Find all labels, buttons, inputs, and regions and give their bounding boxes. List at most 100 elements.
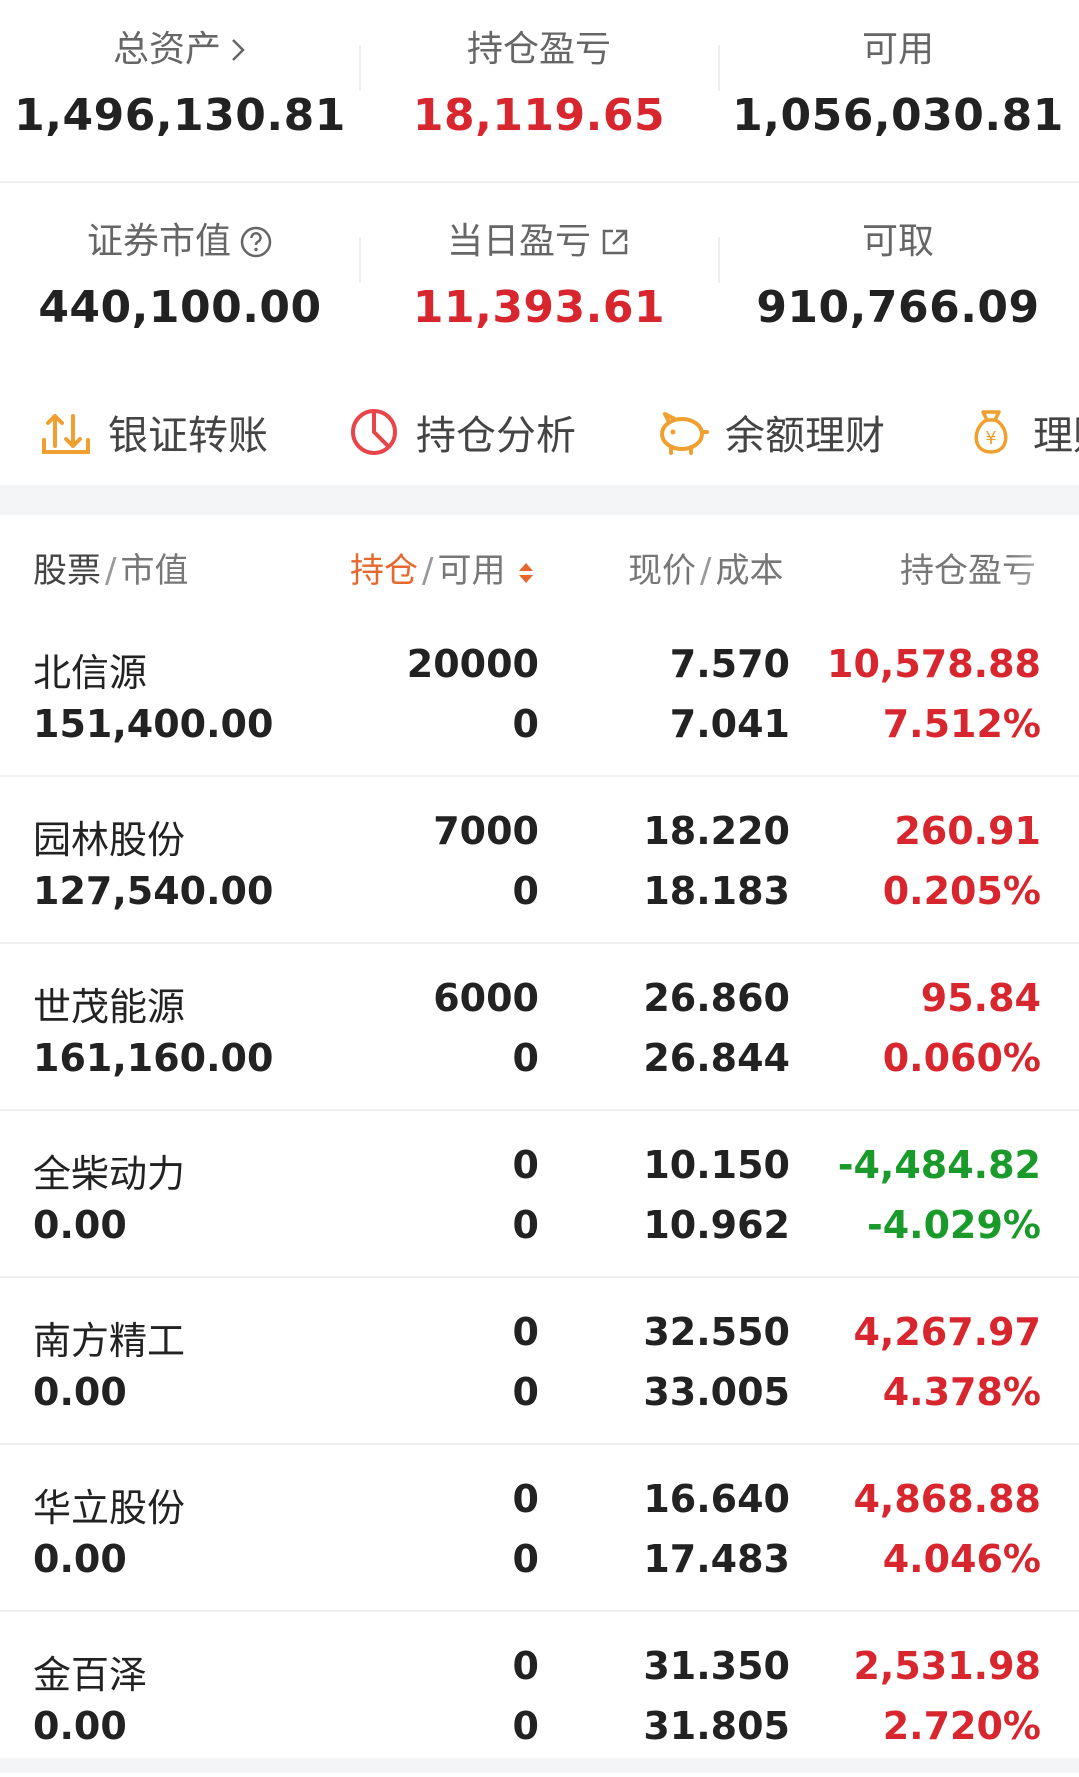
bank-transfer-label: 银证转账 bbox=[108, 413, 268, 459]
stock-price: 26.860 bbox=[643, 976, 790, 1020]
stock-pl-percent: 4.378% bbox=[882, 1370, 1041, 1414]
stock-market-value: 151,400.00 bbox=[33, 702, 274, 746]
holdings-table: 股票 / 市值 持仓 / 可用 现价 / 成本 持仓盈亏 北信源 151,400.00 20… bbox=[0, 515, 1079, 1777]
header-position: 持仓 bbox=[350, 551, 418, 591]
stock-name: 园林股份 bbox=[33, 818, 186, 862]
stock-available: 0 bbox=[512, 1203, 539, 1247]
stock-position: 0 bbox=[512, 1310, 539, 1354]
header-position-available[interactable]: 持仓 / 可用 bbox=[350, 543, 536, 592]
withdrawable-label: 可取 bbox=[861, 221, 934, 262]
table-row[interactable]: 南方精工 0.00 0 0 32.550 33.005 4,267.97 4.3… bbox=[0, 1278, 1079, 1445]
stock-name: 金百泽 bbox=[33, 1653, 148, 1697]
external-link-icon bbox=[602, 229, 628, 255]
stock-market-value: 161,160.00 bbox=[33, 1036, 274, 1080]
position-pl-label: 持仓盈亏 bbox=[466, 29, 611, 70]
stock-pl-percent: 4.046% bbox=[882, 1537, 1041, 1581]
help-icon[interactable] bbox=[239, 225, 273, 259]
stock-position: 0 bbox=[512, 1644, 539, 1688]
stock-pl: 95.84 bbox=[920, 976, 1041, 1020]
header-stock: 股票 bbox=[33, 551, 101, 591]
stock-pl: 2,531.98 bbox=[853, 1644, 1041, 1688]
table-header: 股票 / 市值 持仓 / 可用 现价 / 成本 持仓盈亏 bbox=[0, 515, 1079, 638]
sort-icon[interactable] bbox=[516, 558, 536, 588]
stock-price: 32.550 bbox=[643, 1310, 790, 1354]
header-stock-market-value[interactable]: 股票 / 市值 bbox=[33, 543, 188, 592]
stock-price: 7.570 bbox=[669, 642, 790, 686]
quick-actions: 银证转账 持仓分析 余额理财 ¥ 理财 bbox=[0, 395, 1079, 465]
account-summary: 总资产 1,496,130.81 持仓盈亏 18,119.65 可用 1,056… bbox=[0, 0, 1079, 485]
stock-market-value: 0.00 bbox=[33, 1203, 127, 1247]
stock-cost: 31.805 bbox=[643, 1704, 790, 1748]
stock-cost: 33.005 bbox=[643, 1370, 790, 1414]
header-price-cost[interactable]: 现价 / 成本 bbox=[628, 543, 783, 592]
stock-pl-percent: 2.720% bbox=[882, 1704, 1041, 1748]
stock-market-value: 0.00 bbox=[33, 1704, 127, 1748]
stock-name: 华立股份 bbox=[33, 1486, 186, 1530]
table-row[interactable]: 园林股份 127,540.00 7000 0 18.220 18.183 260… bbox=[0, 777, 1079, 944]
stock-cost: 26.844 bbox=[643, 1036, 790, 1080]
header-market-value: 市值 bbox=[120, 551, 189, 591]
money-bag-icon: ¥ bbox=[974, 410, 1008, 454]
stock-price: 31.350 bbox=[643, 1644, 790, 1688]
position-analysis-button[interactable]: 持仓分析 bbox=[348, 403, 576, 461]
table-row[interactable]: 世茂能源 161,160.00 6000 0 26.860 26.844 95.… bbox=[0, 944, 1079, 1111]
table-row[interactable]: 北信源 151,400.00 20000 0 7.570 7.041 10,57… bbox=[0, 610, 1079, 777]
daily-pl-label: 当日盈亏 bbox=[446, 221, 591, 262]
position-analysis-label: 持仓分析 bbox=[416, 413, 576, 459]
stock-name: 全柴动力 bbox=[33, 1152, 186, 1196]
stock-price: 10.150 bbox=[643, 1143, 790, 1187]
stock-available: 0 bbox=[512, 702, 539, 746]
piggy-bank-icon bbox=[660, 412, 709, 455]
transfer-icon bbox=[42, 414, 90, 454]
stock-available: 0 bbox=[512, 1036, 539, 1080]
stock-pl: 4,267.97 bbox=[853, 1310, 1041, 1354]
table-row[interactable]: 全柴动力 0.00 0 0 10.150 10.962 -4,484.82 -4… bbox=[0, 1111, 1079, 1278]
stock-cost: 10.962 bbox=[643, 1203, 790, 1247]
position-pl: 持仓盈亏 18,119.65 bbox=[359, 28, 719, 141]
stock-position: 0 bbox=[512, 1477, 539, 1521]
bank-transfer-button[interactable]: 银证转账 bbox=[40, 403, 268, 461]
securities-value-label: 证券市值 bbox=[86, 221, 231, 262]
stock-available: 0 bbox=[512, 1370, 539, 1414]
daily-pl[interactable]: 当日盈亏 11,393.61 bbox=[359, 220, 719, 333]
securities-value-value: 440,100.00 bbox=[38, 282, 322, 333]
stock-name: 世茂能源 bbox=[33, 985, 186, 1029]
stock-pl: 260.91 bbox=[894, 809, 1041, 853]
balance-wealth-label: 余额理财 bbox=[725, 413, 885, 459]
svg-text:¥: ¥ bbox=[985, 428, 996, 449]
wealth-management-label: 理财 bbox=[1033, 413, 1079, 459]
stock-available: 0 bbox=[512, 1704, 539, 1748]
header-price: 现价 bbox=[628, 551, 696, 591]
available-value: 1,056,030.81 bbox=[732, 90, 1064, 141]
stock-pl-percent: 7.512% bbox=[882, 702, 1041, 746]
withdrawable: 可取 910,766.09 bbox=[718, 220, 1078, 333]
chevron-right-icon bbox=[232, 39, 245, 61]
stock-available: 0 bbox=[512, 869, 539, 913]
position-pl-value: 18,119.65 bbox=[412, 90, 666, 141]
table-row[interactable]: 金百泽 0.00 0 0 31.350 31.805 2,531.98 2.72… bbox=[0, 1612, 1079, 1777]
available: 可用 1,056,030.81 bbox=[718, 28, 1078, 141]
daily-pl-value: 11,393.61 bbox=[412, 282, 666, 333]
securities-value: 证券市值 440,100.00 bbox=[0, 220, 360, 333]
stock-position: 7000 bbox=[433, 809, 539, 853]
stock-pl: -4,484.82 bbox=[837, 1143, 1041, 1187]
table-row[interactable]: 华立股份 0.00 0 0 16.640 17.483 4,868.88 4.0… bbox=[0, 1445, 1079, 1612]
stock-cost: 18.183 bbox=[643, 869, 790, 913]
wealth-management-button[interactable]: ¥ 理财 bbox=[965, 403, 1079, 461]
balance-wealth-button[interactable]: 余额理财 bbox=[655, 403, 885, 461]
bottom-separator bbox=[0, 1758, 1079, 1773]
stock-position: 6000 bbox=[433, 976, 539, 1020]
stock-cost: 7.041 bbox=[669, 702, 790, 746]
header-available: 可用 bbox=[437, 551, 506, 591]
withdrawable-value: 910,766.09 bbox=[756, 282, 1040, 333]
total-assets[interactable]: 总资产 1,496,130.81 bbox=[0, 28, 360, 141]
header-cost: 成本 bbox=[715, 551, 784, 591]
available-label: 可用 bbox=[861, 29, 934, 70]
divider bbox=[0, 181, 1079, 183]
stock-market-value: 0.00 bbox=[33, 1537, 127, 1581]
total-assets-value: 1,496,130.81 bbox=[14, 90, 346, 141]
stock-pl-percent: -4.029% bbox=[866, 1203, 1041, 1247]
total-assets-label: 总资产 bbox=[112, 29, 221, 70]
stock-pl-percent: 0.205% bbox=[882, 869, 1041, 913]
pie-chart-icon bbox=[351, 409, 397, 455]
